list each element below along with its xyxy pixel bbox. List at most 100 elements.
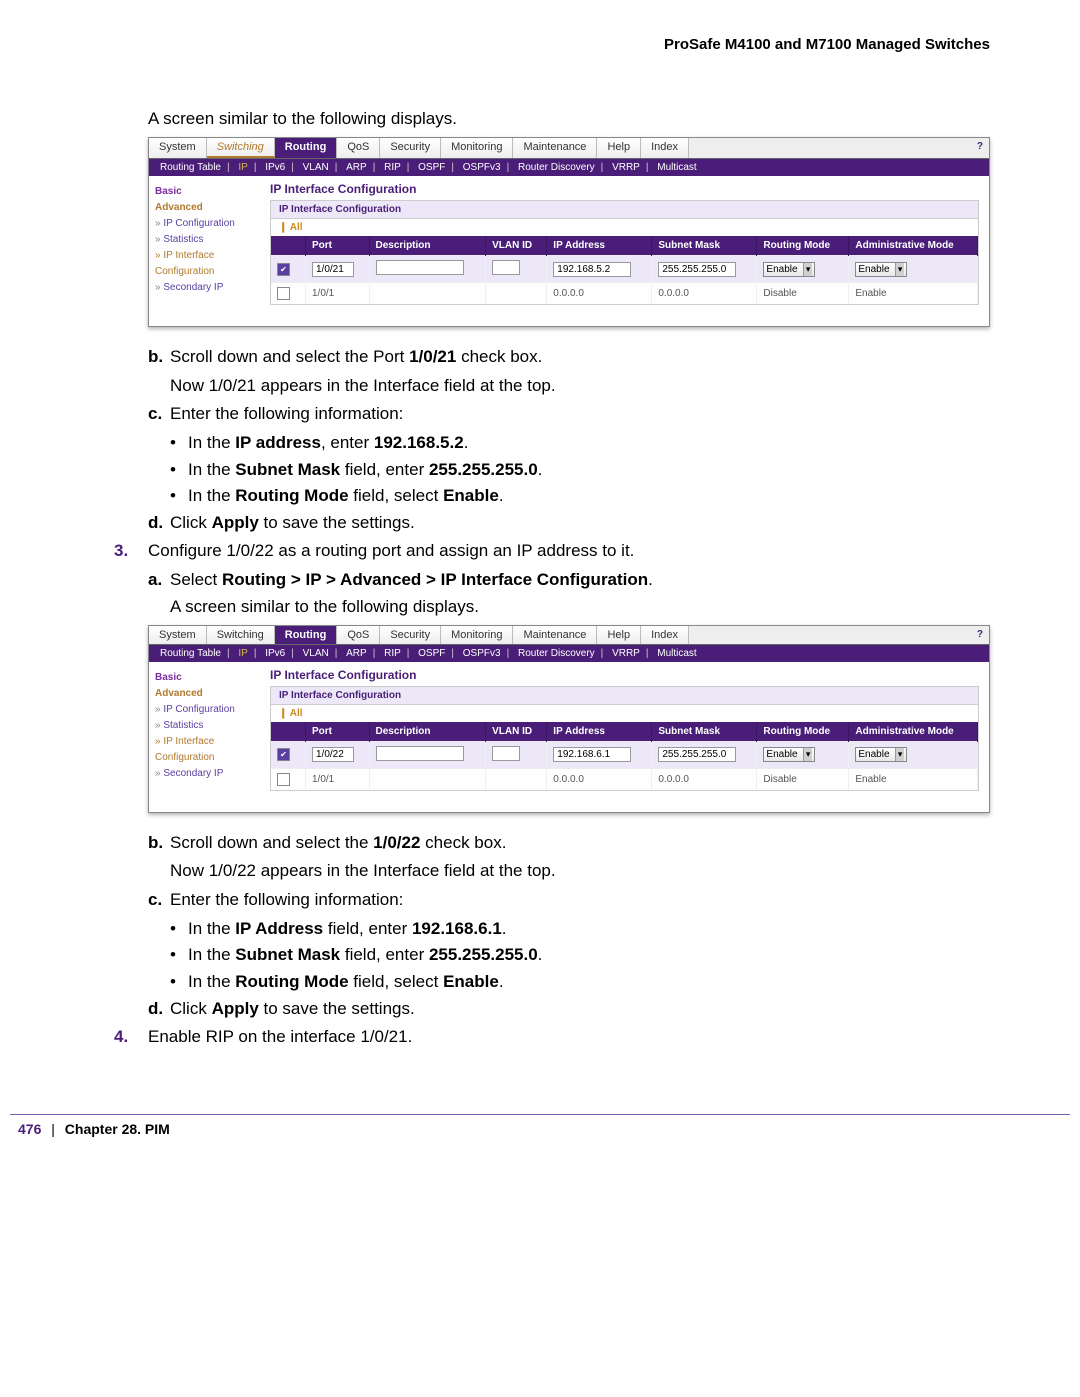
- amode-select[interactable]: Enable: [855, 262, 907, 277]
- tab-system[interactable]: System: [149, 138, 207, 158]
- tab-security[interactable]: Security: [380, 626, 441, 644]
- sidebar-ip-config[interactable]: IP Configuration: [155, 702, 260, 718]
- panel-header: IP Interface Configuration: [271, 687, 978, 704]
- subtab-ipv6[interactable]: IPv6: [262, 162, 288, 173]
- screenshot-1: System Switching Routing QoS Security Mo…: [148, 137, 990, 327]
- sidebar-advanced[interactable]: Advanced: [155, 200, 260, 216]
- subtab-arp[interactable]: ARP: [343, 162, 370, 173]
- cell-port: 1/0/1: [306, 283, 370, 305]
- filter-all[interactable]: All: [271, 218, 978, 236]
- subtab-rip[interactable]: RIP: [381, 648, 404, 659]
- row-checkbox[interactable]: [277, 748, 290, 761]
- sidebar-basic[interactable]: Basic: [155, 184, 260, 200]
- panel-title: IP Interface Configuration: [270, 668, 979, 682]
- help-icon[interactable]: ?: [971, 138, 989, 158]
- row-checkbox[interactable]: [277, 773, 290, 786]
- cell-ip: 0.0.0.0: [547, 283, 652, 305]
- subtab-ipv6[interactable]: IPv6: [262, 648, 288, 659]
- col-amode: Administrative Mode: [849, 722, 978, 742]
- sidebar-ip-interface[interactable]: IP Interface Configuration: [155, 734, 260, 766]
- subtab-ospf[interactable]: OSPF: [415, 162, 448, 173]
- tab-maintenance[interactable]: Maintenance: [513, 138, 597, 158]
- tab-help[interactable]: Help: [597, 138, 641, 158]
- tab-qos[interactable]: QoS: [337, 138, 380, 158]
- col-ip: IP Address: [547, 236, 652, 256]
- sidebar-ip-config[interactable]: IP Configuration: [155, 216, 260, 232]
- subtab-ip[interactable]: IP: [235, 162, 250, 173]
- subtab-ospfv3[interactable]: OSPFv3: [460, 648, 504, 659]
- row-checkbox[interactable]: [277, 287, 290, 300]
- subtab-router-discovery[interactable]: Router Discovery: [515, 648, 598, 659]
- subtab-vrrp[interactable]: VRRP: [609, 648, 643, 659]
- subtab-routing-table[interactable]: Routing Table: [157, 162, 224, 173]
- subtab-arp[interactable]: ARP: [343, 648, 370, 659]
- col-desc: Description: [369, 722, 486, 742]
- sidebar-statistics[interactable]: Statistics: [155, 718, 260, 734]
- tab-help[interactable]: Help: [597, 626, 641, 644]
- step-d: Click Apply to save the settings.: [170, 997, 990, 1022]
- sidebar-ip-interface[interactable]: IP Interface Configuration: [155, 248, 260, 280]
- tab-switching[interactable]: Switching: [207, 626, 275, 644]
- tab-routing[interactable]: Routing: [275, 626, 338, 644]
- bullet: In the IP address, enter 192.168.5.2.: [188, 431, 990, 456]
- port-input[interactable]: 1/0/22: [312, 747, 354, 762]
- tab-security[interactable]: Security: [380, 138, 441, 158]
- subtab-vlan[interactable]: VLAN: [300, 162, 332, 173]
- subtab-vrrp[interactable]: VRRP: [609, 162, 643, 173]
- interface-table: Port Description VLAN ID IP Address Subn…: [271, 236, 978, 304]
- subtab-ip[interactable]: IP: [235, 648, 250, 659]
- subtab-rip[interactable]: RIP: [381, 162, 404, 173]
- col-port: Port: [306, 722, 370, 742]
- bullet: In the IP Address field, enter 192.168.6…: [188, 917, 990, 942]
- step-b: Scroll down and select the 1/0/22 check …: [170, 831, 990, 856]
- tab-qos[interactable]: QoS: [337, 626, 380, 644]
- subtab-vlan[interactable]: VLAN: [300, 648, 332, 659]
- desc-input[interactable]: [376, 260, 464, 275]
- table-row: 1/0/1 0.0.0.0 0.0.0.0 Disable Enable: [271, 283, 978, 305]
- sidebar-secondary-ip[interactable]: Secondary IP: [155, 280, 260, 296]
- table-row: 1/0/1 0.0.0.0 0.0.0.0 Disable Enable: [271, 768, 978, 790]
- step-d: Click Apply to save the settings.: [170, 511, 990, 536]
- port-input[interactable]: 1/0/21: [312, 262, 354, 277]
- col-desc: Description: [369, 236, 486, 256]
- subtab-multicast[interactable]: Multicast: [654, 648, 699, 659]
- rmode-select[interactable]: Enable: [763, 747, 815, 762]
- step-b: Scroll down and select the Port 1/0/21 c…: [170, 345, 990, 370]
- cell-amode: Enable: [849, 283, 978, 305]
- filter-all[interactable]: All: [271, 704, 978, 722]
- subtab-ospfv3[interactable]: OSPFv3: [460, 162, 504, 173]
- help-icon[interactable]: ?: [971, 626, 989, 644]
- desc-input[interactable]: [376, 746, 464, 761]
- subtab-router-discovery[interactable]: Router Discovery: [515, 162, 598, 173]
- ip-input[interactable]: 192.168.6.1: [553, 747, 631, 762]
- sidebar-advanced[interactable]: Advanced: [155, 686, 260, 702]
- tab-routing[interactable]: Routing: [275, 138, 338, 158]
- panel-title: IP Interface Configuration: [270, 182, 979, 196]
- vlan-input[interactable]: [492, 260, 520, 275]
- tab-monitoring[interactable]: Monitoring: [441, 626, 513, 644]
- sidebar-basic[interactable]: Basic: [155, 670, 260, 686]
- subtab-ospf[interactable]: OSPF: [415, 648, 448, 659]
- sidebar-statistics[interactable]: Statistics: [155, 232, 260, 248]
- mask-input[interactable]: 255.255.255.0: [658, 747, 736, 762]
- tab-index[interactable]: Index: [641, 138, 689, 158]
- row-checkbox[interactable]: [277, 263, 290, 276]
- tab-maintenance[interactable]: Maintenance: [513, 626, 597, 644]
- sidebar-secondary-ip[interactable]: Secondary IP: [155, 766, 260, 782]
- mask-input[interactable]: 255.255.255.0: [658, 262, 736, 277]
- step-c: Enter the following information:: [170, 888, 990, 913]
- tab-monitoring[interactable]: Monitoring: [441, 138, 513, 158]
- cell-amode: Enable: [849, 768, 978, 790]
- rmode-select[interactable]: Enable: [763, 262, 815, 277]
- tab-system[interactable]: System: [149, 626, 207, 644]
- tab-switching[interactable]: Switching: [207, 138, 275, 158]
- amode-select[interactable]: Enable: [855, 747, 907, 762]
- subtab-routing-table[interactable]: Routing Table: [157, 648, 224, 659]
- page-number: 476: [18, 1121, 41, 1137]
- vlan-input[interactable]: [492, 746, 520, 761]
- tab-index[interactable]: Index: [641, 626, 689, 644]
- ip-input[interactable]: 192.168.5.2: [553, 262, 631, 277]
- subtab-multicast[interactable]: Multicast: [654, 162, 699, 173]
- col-amode: Administrative Mode: [849, 236, 978, 256]
- footer: 476 | Chapter 28. PIM: [0, 1115, 1080, 1177]
